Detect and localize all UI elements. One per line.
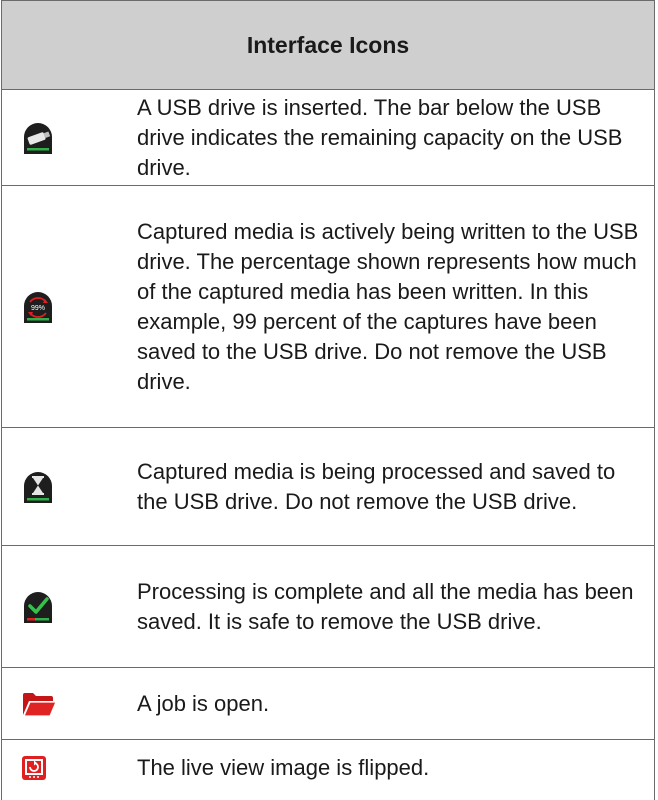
progress-percent: 99% <box>31 305 45 312</box>
table-row: The live view image is flipped. <box>2 740 654 800</box>
row-description: Processing is complete and all the media… <box>137 578 634 634</box>
row-description: Captured media is actively being written… <box>137 218 639 394</box>
usb-writing-progress-icon: 99% <box>21 290 55 324</box>
table-row: Captured media is being processed and sa… <box>2 428 654 546</box>
row-description: A job is open. <box>137 690 270 716</box>
table-header: Interface Icons <box>2 0 654 90</box>
icon-cell <box>2 689 137 719</box>
icon-cell <box>2 121 137 155</box>
icon-cell <box>2 590 137 624</box>
table-row: A job is open. <box>2 668 654 740</box>
table-row: A USB drive is inserted. The bar below t… <box>2 90 654 186</box>
table-row: 99% Captured media is actively being wri… <box>2 186 654 428</box>
row-description: The live view image is flipped. <box>137 755 430 780</box>
hourglass-icon <box>21 470 55 504</box>
interface-icons-table: Interface Icons A USB drive is inserted.… <box>1 0 655 800</box>
icon-cell: 99% <box>2 290 137 324</box>
image-flip-icon <box>21 755 47 781</box>
icon-cell <box>2 470 137 504</box>
table-title: Interface Icons <box>246 32 410 58</box>
usb-drive-icon <box>21 121 55 155</box>
icon-cell <box>2 740 137 781</box>
row-description: Captured media is being processed and sa… <box>137 458 616 514</box>
open-folder-icon <box>21 689 57 719</box>
table-row: Processing is complete and all the media… <box>2 546 654 668</box>
row-description: A USB drive is inserted. The bar below t… <box>137 94 623 180</box>
checkmark-icon <box>21 590 55 624</box>
